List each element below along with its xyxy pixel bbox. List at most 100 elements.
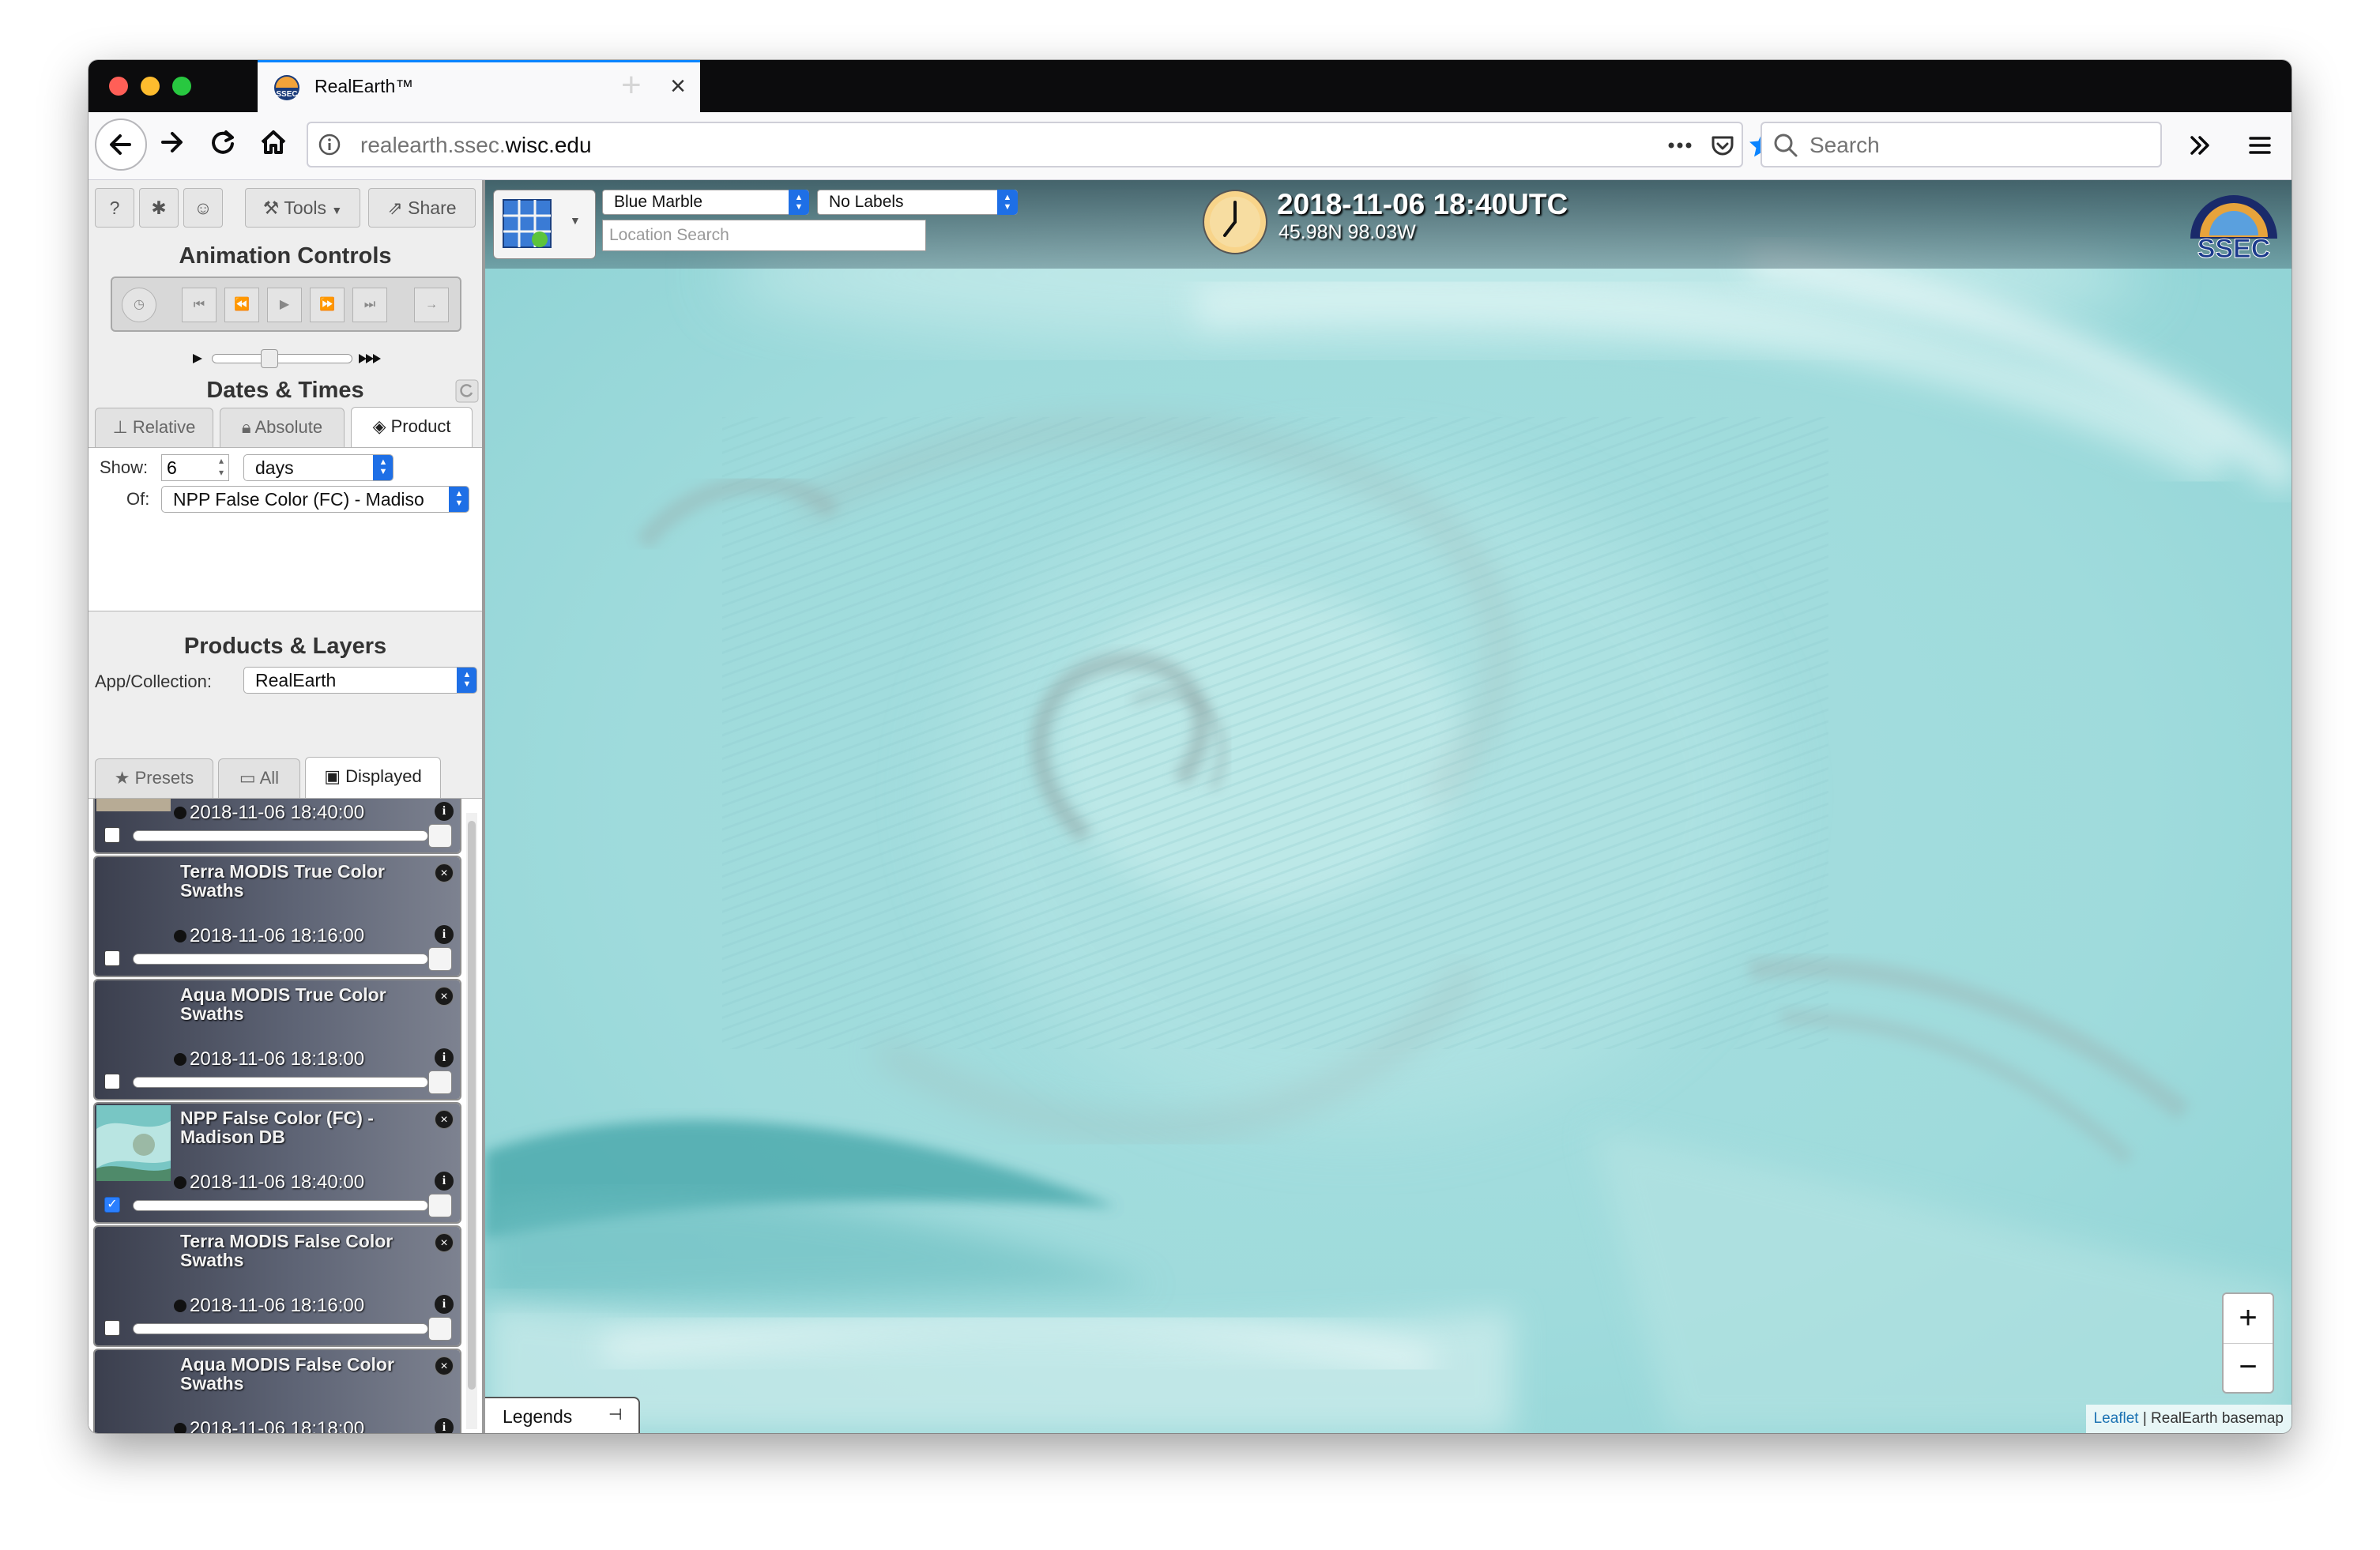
overflow-chevrons-icon[interactable] [2184, 130, 2216, 161]
layer-card[interactable]: Terra MODIS False Color Swaths × 2018-11-0… [95, 1227, 460, 1345]
speed-slider-track[interactable] [212, 354, 352, 363]
tab-presets-label: Presets [134, 768, 194, 788]
skip-to-start-icon: ⏮ [193, 298, 205, 311]
layer-opacity-slider[interactable] [133, 1200, 428, 1211]
pocket-icon[interactable] [1707, 130, 1738, 161]
tools-button[interactable]: ⚒ Tools ▼ [245, 188, 360, 228]
tab-displayed[interactable]: ▣ Displayed [305, 757, 441, 798]
legends-tab[interactable]: Legends ⊣ [485, 1397, 640, 1433]
account-button[interactable]: ☺ [183, 188, 223, 228]
location-search[interactable] [602, 220, 926, 251]
first-frame-button[interactable]: ⏮ [182, 288, 217, 322]
hamburger-menu-icon[interactable] [2244, 130, 2276, 161]
layer-opacity-thumb[interactable] [428, 1070, 452, 1094]
folder-icon: ▭ [239, 768, 256, 788]
layer-visibility-checkbox[interactable] [104, 1320, 120, 1336]
url-bar[interactable]: realearth.ssec.wisc.edu [307, 122, 1743, 167]
remove-layer-icon[interactable]: × [435, 987, 454, 1006]
lock-icon: 🔒︎ [241, 417, 251, 437]
remove-layer-icon[interactable]: × [435, 1233, 454, 1252]
layer-info-icon[interactable]: i [435, 1418, 454, 1433]
back-button[interactable] [95, 119, 147, 171]
layer-opacity-thumb[interactable] [428, 824, 452, 848]
tab-presets[interactable]: ★ Presets [95, 758, 213, 798]
search-input[interactable] [1808, 130, 2151, 161]
remove-layer-icon[interactable]: × [435, 863, 454, 882]
layer-card[interactable]: ×2018-11-06 18:40:00i [95, 799, 460, 852]
site-info-icon[interactable] [318, 133, 341, 156]
share-button[interactable]: ⇗ Share [368, 188, 476, 228]
zoom-window-button[interactable] [172, 77, 191, 96]
pin-icon[interactable]: ⊣ [608, 1405, 622, 1424]
clock-icon[interactable] [1201, 188, 1269, 256]
map[interactable]: ▼ Blue Marble ▲▼ No Labels ▲▼ 2018-11-06… [485, 180, 2292, 1433]
animation-clock-button[interactable]: ◷ [122, 288, 156, 322]
tab-all[interactable]: ▭ All [218, 758, 300, 798]
stepper-icon[interactable]: ▴ ▾ [219, 455, 224, 479]
satellite-imagery[interactable] [485, 180, 2292, 1433]
unit-select[interactable]: days ▲ ▼ [243, 454, 394, 481]
show-count-input[interactable]: 6 ▴ ▾ [161, 454, 229, 481]
collection-label: App/Collection: [95, 672, 212, 691]
step-forward-button[interactable]: ⏩ [310, 288, 345, 322]
last-frame-button[interactable]: ⏭ [352, 288, 387, 322]
layer-opacity-slider[interactable] [133, 954, 428, 965]
rock-button[interactable]: → [414, 288, 449, 322]
close-tab-icon[interactable]: × [670, 70, 686, 102]
close-window-button[interactable] [109, 77, 128, 96]
layer-opacity-thumb[interactable] [428, 947, 452, 971]
layer-info-icon[interactable]: i [435, 1295, 454, 1314]
reload-icon[interactable] [202, 122, 243, 163]
tab-product[interactable]: ◈ Product [351, 407, 473, 448]
tab-relative[interactable]: ⊥ Relative [95, 408, 213, 447]
layer-opacity-slider[interactable] [133, 1323, 428, 1334]
forward-arrow-icon[interactable] [152, 122, 193, 163]
browser-window: SSEC RealEarth™ × + realearth.ssec.wisc.… [88, 60, 2292, 1433]
layer-visibility-checkbox[interactable] [104, 827, 120, 843]
leaflet-link[interactable]: Leaflet [2094, 1410, 2139, 1427]
page-actions-icon[interactable] [1664, 130, 1696, 161]
zoom-out-button[interactable]: − [2224, 1343, 2273, 1392]
layer-visibility-checkbox[interactable] [104, 950, 120, 966]
collection-select[interactable]: RealEarth ▲ ▼ [243, 667, 477, 694]
basemap-select[interactable]: Blue Marble ▲ ▼ [602, 190, 809, 215]
layer-info-icon[interactable]: i [435, 1048, 454, 1067]
layer-visibility-checkbox[interactable]: ✓ [104, 1197, 120, 1213]
layer-card[interactable]: NPP False Color (FC) - Madison DB × 2018-1… [95, 1104, 460, 1222]
layer-switcher-button[interactable]: ▼ [493, 190, 596, 259]
dates-reset-icon[interactable] [455, 379, 479, 403]
url-text[interactable]: realearth.ssec.wisc.edu [360, 133, 592, 158]
layer-thumbnail [96, 1105, 171, 1181]
scrollbar-thumb[interactable] [468, 821, 476, 1390]
settings-button[interactable]: ✱ [139, 188, 179, 228]
layer-info-icon[interactable]: i [435, 1172, 454, 1191]
dates-times-title: Dates & Times [206, 378, 364, 403]
layer-opacity-thumb[interactable] [428, 1194, 452, 1217]
ssec-favicon-icon: SSEC [274, 75, 299, 100]
remove-layer-icon[interactable]: × [435, 1356, 454, 1375]
layer-visibility-checkbox[interactable] [104, 1074, 120, 1089]
layer-opacity-slider[interactable] [133, 830, 428, 841]
speed-slider-thumb[interactable] [261, 349, 278, 368]
layer-opacity-thumb[interactable] [428, 1317, 452, 1341]
layer-card[interactable]: Terra MODIS True Color Swaths × 2018-11-06… [95, 857, 460, 976]
labels-select[interactable]: No Labels ▲ ▼ [817, 190, 1018, 215]
layer-opacity-slider[interactable] [133, 1077, 428, 1088]
zoom-in-button[interactable]: + [2224, 1294, 2273, 1344]
minimize-window-button[interactable] [141, 77, 160, 96]
location-search-input[interactable] [603, 220, 919, 250]
layer-info-icon[interactable]: i [435, 802, 454, 821]
play-button[interactable]: ▶ [267, 288, 302, 322]
new-tab-icon[interactable]: + [621, 65, 642, 106]
search-bar[interactable] [1761, 122, 2162, 167]
step-back-button[interactable]: ⏪ [224, 288, 259, 322]
remove-layer-icon[interactable]: × [435, 1110, 454, 1129]
home-icon[interactable] [253, 122, 294, 163]
help-button[interactable]: ? [95, 188, 134, 228]
layer-card[interactable]: Aqua MODIS True Color Swaths × 2018-11-06 … [95, 980, 460, 1099]
product-select[interactable]: NPP False Color (FC) - Madiso ▲ ▼ [161, 486, 469, 513]
layer-card[interactable]: Aqua MODIS False Color Swaths × 2018-11-06… [95, 1350, 460, 1433]
tab-absolute[interactable]: 🔒︎ Absolute [220, 408, 345, 447]
layer-list-scrollbar[interactable] [466, 813, 477, 1429]
layer-info-icon[interactable]: i [435, 925, 454, 944]
